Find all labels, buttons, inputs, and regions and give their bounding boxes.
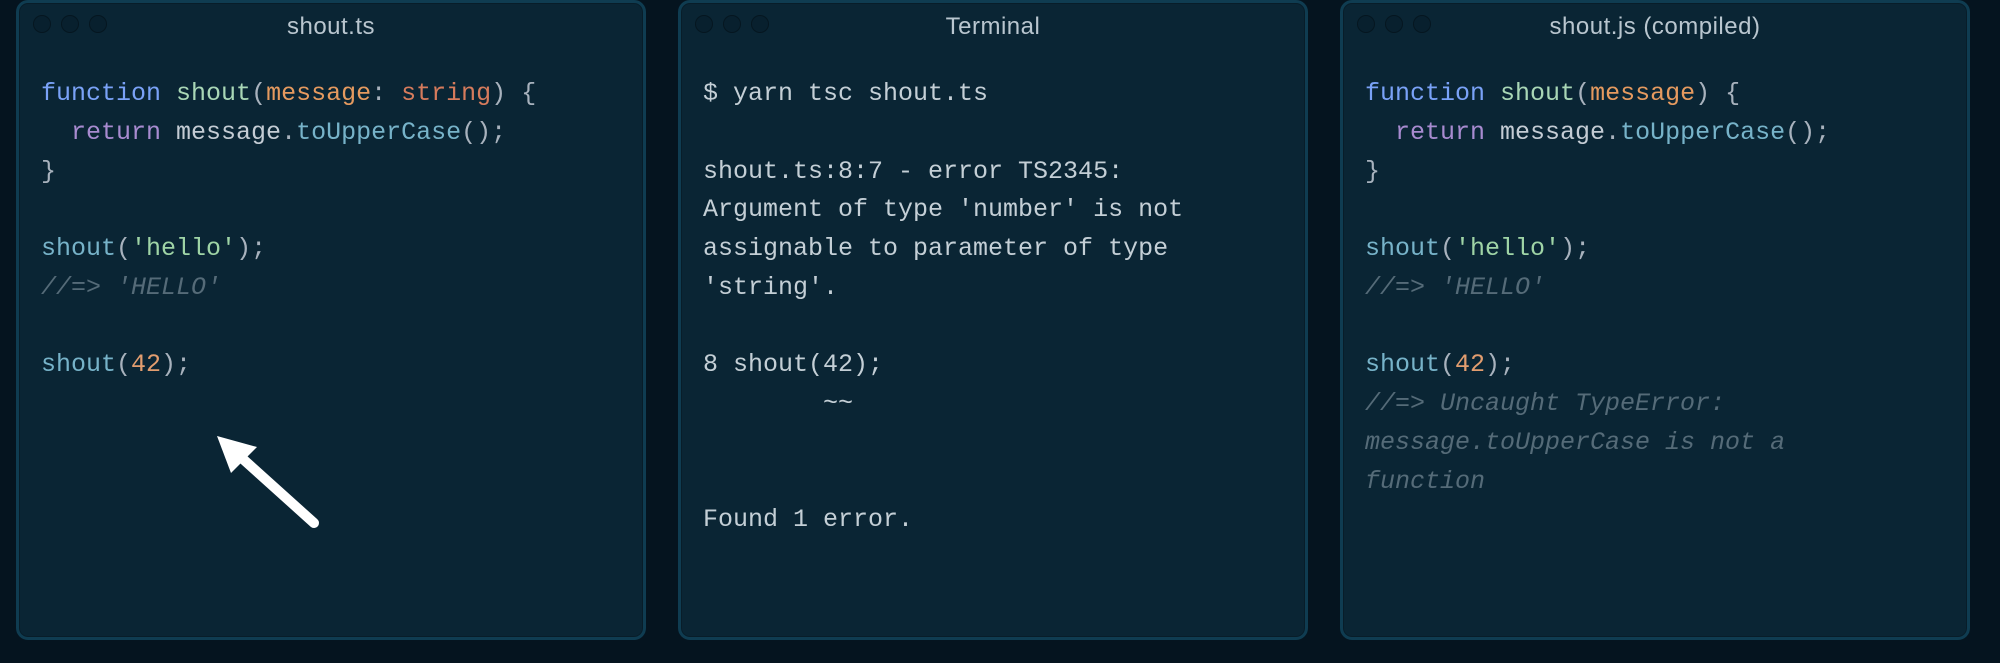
terminal-line: Found 1 error. [703, 505, 913, 534]
method-call: toUpperCase [1620, 118, 1785, 147]
close-icon [695, 15, 713, 33]
dot: . [281, 118, 296, 147]
paren-close: ) [491, 79, 506, 108]
brace-close: } [1365, 157, 1380, 186]
terminal-line: $ yarn tsc shout.ts [703, 79, 988, 108]
comment-hello: //=> 'HELLO' [41, 273, 221, 302]
window-title: Terminal [946, 8, 1041, 45]
terminal-line: 8 shout(42); [703, 350, 883, 379]
number-42: 42 [131, 350, 161, 379]
paren-close: ) [1695, 79, 1710, 108]
function-name: shout [1500, 79, 1575, 108]
window-source: shout.ts function shout(message: string)… [16, 0, 646, 640]
paren-close-3: ); [161, 350, 191, 379]
brace-close: } [41, 157, 56, 186]
param-name: message [266, 79, 371, 108]
keyword-function: function [1365, 79, 1485, 108]
terminal-output: $ yarn tsc shout.ts shout.ts:8:7 - error… [681, 51, 1305, 637]
call-parens: (); [1785, 118, 1830, 147]
call-shout-1: shout [41, 234, 116, 263]
close-icon [33, 15, 51, 33]
paren-open-2: ( [1440, 234, 1455, 263]
function-name: shout [176, 79, 251, 108]
terminal-line: shout.ts:8:7 - error TS2345: [703, 157, 1123, 186]
paren-close-3: ); [1485, 350, 1515, 379]
dot: . [1605, 118, 1620, 147]
call-shout-2: shout [1365, 350, 1440, 379]
titlebar-compiled: shout.js (compiled) [1343, 3, 1967, 51]
paren-close-2: ); [236, 234, 266, 263]
window-compiled: shout.js (compiled) function shout(messa… [1340, 0, 1970, 640]
minimize-icon [723, 15, 741, 33]
comment-error-1: //=> Uncaught TypeError: [1365, 389, 1725, 418]
terminal-line: assignable to parameter of type [703, 234, 1168, 263]
terminal-line: 'string'. [703, 273, 838, 302]
brace-open: { [1725, 79, 1740, 108]
comment-hello: //=> 'HELLO' [1365, 273, 1545, 302]
colon: : [371, 79, 386, 108]
keyword-function: function [41, 79, 161, 108]
code-compiled: function shout(message) { return message… [1343, 51, 1967, 637]
brace-open: { [521, 79, 536, 108]
method-call: toUpperCase [296, 118, 461, 147]
traffic-lights [33, 15, 107, 33]
paren-open-3: ( [1440, 350, 1455, 379]
paren-close-2: ); [1560, 234, 1590, 263]
type-annotation: string [401, 79, 491, 108]
identifier: message [176, 118, 281, 147]
terminal-line: ~~ [703, 389, 853, 418]
call-shout-2: shout [41, 350, 116, 379]
string-hello: 'hello' [131, 234, 236, 263]
keyword-return: return [1395, 118, 1485, 147]
terminal-line: Argument of type 'number' is not [703, 195, 1183, 224]
titlebar-source: shout.ts [19, 3, 643, 51]
zoom-icon [1413, 15, 1431, 33]
string-hello: 'hello' [1455, 234, 1560, 263]
window-title: shout.js (compiled) [1550, 8, 1761, 45]
traffic-lights [695, 15, 769, 33]
paren-open: ( [1575, 79, 1590, 108]
call-parens: (); [461, 118, 506, 147]
paren-open: ( [251, 79, 266, 108]
call-shout-1: shout [1365, 234, 1440, 263]
close-icon [1357, 15, 1375, 33]
stage: shout.ts function shout(message: string)… [0, 0, 2000, 656]
window-terminal: Terminal $ yarn tsc shout.ts shout.ts:8:… [678, 0, 1308, 640]
comment-error-2: message.toUpperCase is not a [1365, 428, 1785, 457]
number-42: 42 [1455, 350, 1485, 379]
paren-open-2: ( [116, 234, 131, 263]
minimize-icon [1385, 15, 1403, 33]
param-name: message [1590, 79, 1695, 108]
traffic-lights [1357, 15, 1431, 33]
paren-open-3: ( [116, 350, 131, 379]
zoom-icon [89, 15, 107, 33]
keyword-return: return [71, 118, 161, 147]
comment-error-3: function [1365, 467, 1485, 496]
minimize-icon [61, 15, 79, 33]
code-source: function shout(message: string) { return… [19, 51, 643, 637]
window-title: shout.ts [287, 8, 375, 45]
zoom-icon [751, 15, 769, 33]
identifier: message [1500, 118, 1605, 147]
titlebar-terminal: Terminal [681, 3, 1305, 51]
